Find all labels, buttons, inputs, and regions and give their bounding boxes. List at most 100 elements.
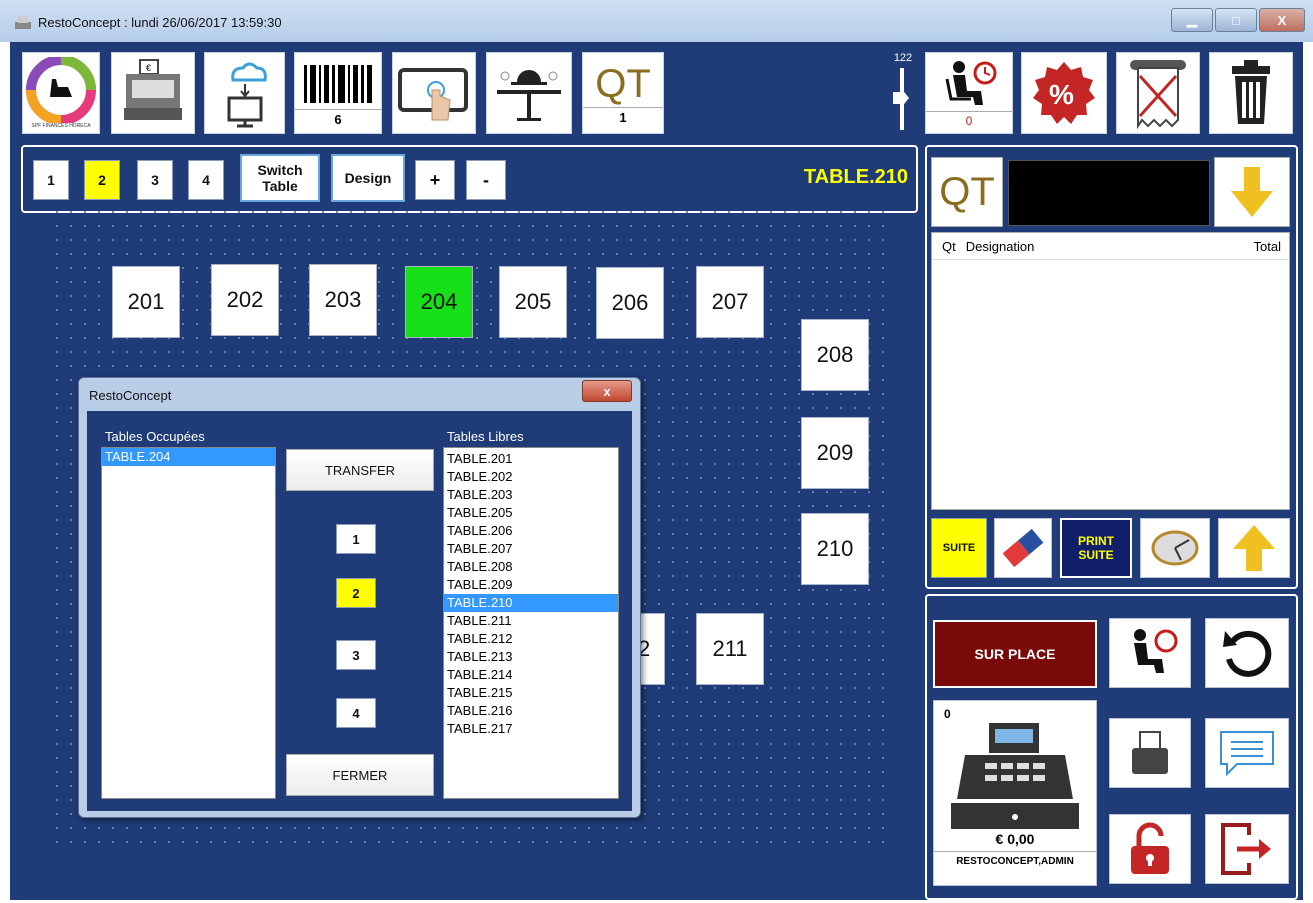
cash-drawer-button[interactable]: 0 € 0,00 RESTOCONCEPT,ADMIN xyxy=(933,700,1097,886)
table-201[interactable]: 201 xyxy=(112,266,180,338)
table-210[interactable]: 210 xyxy=(801,513,869,585)
logo-caption: SPF FINANCES HORECA xyxy=(31,123,91,129)
dialog-title: RestoConcept xyxy=(89,388,172,403)
occupied-tables-label: Tables Occupées xyxy=(105,429,205,444)
quantity-button[interactable]: QT 1 xyxy=(582,52,664,134)
logo-icon xyxy=(26,57,96,123)
free-table-item[interactable]: TABLE.213 xyxy=(444,648,618,666)
close-window-button[interactable]: X xyxy=(1259,8,1305,32)
print-suite-line1: PRINT xyxy=(1078,534,1114,548)
switch-table-button[interactable]: Switch Table xyxy=(240,154,320,202)
suite-button[interactable]: SUITE xyxy=(931,518,987,578)
eraser-button[interactable] xyxy=(994,518,1052,578)
free-table-item[interactable]: TABLE.202 xyxy=(444,468,618,486)
table-207[interactable]: 207 xyxy=(696,266,764,338)
discount-icon: % xyxy=(1033,62,1095,124)
dialog-room-3[interactable]: 3 xyxy=(336,640,376,670)
window-title: RestoConcept : lundi 26/06/2017 13:59:30 xyxy=(38,15,282,30)
free-table-item[interactable]: TABLE.201 xyxy=(444,450,618,468)
table-209[interactable]: 209 xyxy=(801,417,869,489)
current-table-label: TABLE.210 xyxy=(803,166,908,188)
exit-button[interactable] xyxy=(1205,814,1289,884)
dialog-room-2[interactable]: 2 xyxy=(336,578,376,608)
print-suite-line2: SUITE xyxy=(1078,548,1114,562)
occupied-tables-list[interactable]: TABLE.204 xyxy=(101,447,276,799)
room-tab-3[interactable]: 3 xyxy=(137,160,173,200)
title-bar: RestoConcept : lundi 26/06/2017 13:59:30… xyxy=(0,0,1313,42)
waiting-customer-button[interactable]: 0 xyxy=(925,52,1013,134)
message-icon xyxy=(1220,731,1274,777)
free-table-item[interactable]: TABLE.207 xyxy=(444,540,618,558)
free-table-item[interactable]: TABLE.215 xyxy=(444,684,618,702)
table-206[interactable]: 206 xyxy=(596,267,664,339)
touch-screen-button[interactable] xyxy=(392,52,476,134)
col-total: Total xyxy=(1253,238,1281,254)
logo-button[interactable]: SPF FINANCES HORECA xyxy=(22,52,100,134)
delete-button[interactable] xyxy=(1209,52,1293,134)
dialog-room-4[interactable]: 4 xyxy=(336,698,376,728)
clock-icon xyxy=(1151,530,1199,566)
qt-label: QT xyxy=(595,61,651,106)
transfer-button[interactable]: TRANSFER xyxy=(286,449,434,491)
minimize-button[interactable]: ▁ xyxy=(1171,8,1213,32)
register-user: RESTOCONCEPT,ADMIN xyxy=(934,851,1096,867)
add-table-button[interactable]: + xyxy=(415,160,455,200)
free-table-item[interactable]: TABLE.217 xyxy=(444,720,618,738)
dialog-room-1[interactable]: 1 xyxy=(336,524,376,554)
col-qt: Qt xyxy=(942,238,956,254)
sur-place-button[interactable]: SUR PLACE xyxy=(933,620,1097,688)
free-tables-list[interactable]: TABLE.201 TABLE.202 TABLE.203 TABLE.205 TABL… xyxy=(443,447,619,799)
lock-button[interactable] xyxy=(1109,814,1191,884)
order-qt-button[interactable]: QT xyxy=(931,157,1003,227)
remove-table-button[interactable]: - xyxy=(466,160,506,200)
table-205[interactable]: 205 xyxy=(499,266,567,338)
free-table-item[interactable]: TABLE.208 xyxy=(444,558,618,576)
register-count: 0 xyxy=(944,707,951,721)
cash-register-icon xyxy=(951,723,1079,829)
cancel-receipt-button[interactable] xyxy=(1116,52,1200,134)
table-service-button[interactable] xyxy=(486,52,572,134)
room-tab-4[interactable]: 4 xyxy=(188,160,224,200)
design-button[interactable]: Design xyxy=(331,154,405,202)
free-table-item[interactable]: TABLE.210 xyxy=(444,594,618,612)
free-table-item[interactable]: TABLE.205 xyxy=(444,504,618,522)
barcode-button[interactable]: 6 xyxy=(294,52,382,134)
waiting-customer-icon xyxy=(945,60,997,105)
table-208[interactable]: 208 xyxy=(801,319,869,391)
arrow-down-icon xyxy=(1231,167,1273,217)
message-button[interactable] xyxy=(1205,718,1289,788)
fermer-button[interactable]: FERMER xyxy=(286,754,434,796)
free-table-item[interactable]: TABLE.209 xyxy=(444,576,618,594)
cash-register-button[interactable]: € xyxy=(111,52,195,134)
free-table-item[interactable]: TABLE.214 xyxy=(444,666,618,684)
occupied-table-item[interactable]: TABLE.204 xyxy=(102,448,275,466)
free-table-item[interactable]: TABLE.203 xyxy=(444,486,618,504)
table-203[interactable]: 203 xyxy=(309,264,377,336)
cloud-download-icon xyxy=(227,62,267,128)
dialog-close-button[interactable]: x xyxy=(582,380,632,402)
room-tab-1[interactable]: 1 xyxy=(33,160,69,200)
scroll-up-button[interactable] xyxy=(1218,518,1290,578)
print-button[interactable] xyxy=(1109,718,1191,788)
transfer-dialog: RestoConcept x Tables Occupées Tables Li… xyxy=(78,377,641,818)
order-list[interactable]: Qt Designation Total xyxy=(931,232,1290,510)
quantity-display xyxy=(1008,160,1210,226)
cloud-download-button[interactable] xyxy=(204,52,285,134)
free-table-item[interactable]: TABLE.206 xyxy=(444,522,618,540)
free-table-item[interactable]: TABLE.216 xyxy=(444,702,618,720)
maximize-button[interactable]: □ xyxy=(1215,8,1257,32)
scroll-down-button[interactable] xyxy=(1214,157,1290,227)
table-204[interactable]: 204 xyxy=(405,266,473,338)
room-tab-2[interactable]: 2 xyxy=(84,160,120,200)
waiting-customer-button-2[interactable] xyxy=(1109,618,1191,688)
print-suite-button[interactable]: PRINT SUITE xyxy=(1060,518,1132,578)
clock-button[interactable] xyxy=(1140,518,1210,578)
table-211[interactable]: 211 xyxy=(696,613,764,685)
exit-icon xyxy=(1221,823,1271,875)
free-table-item[interactable]: TABLE.212 xyxy=(444,630,618,648)
barcode-icon xyxy=(304,65,372,103)
free-table-item[interactable]: TABLE.211 xyxy=(444,612,618,630)
discount-button[interactable]: % xyxy=(1021,52,1107,134)
table-202[interactable]: 202 xyxy=(211,264,279,336)
undo-button[interactable] xyxy=(1205,618,1289,688)
